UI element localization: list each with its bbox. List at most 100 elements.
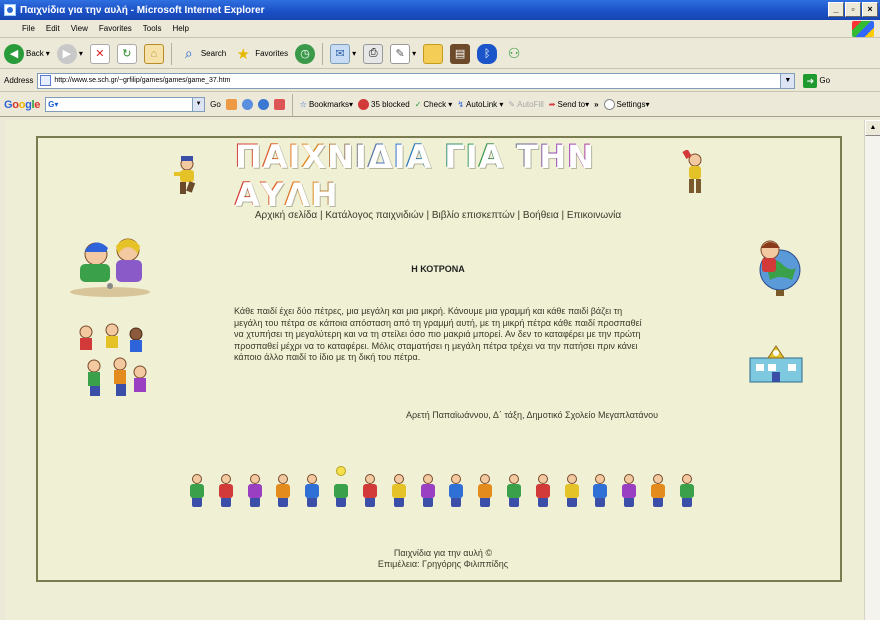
vertical-scrollbar[interactable]: ▲ bbox=[864, 120, 880, 620]
menu-favorites[interactable]: Favorites bbox=[99, 24, 132, 33]
check-label: Check ▾ bbox=[423, 100, 453, 109]
kid-figure bbox=[417, 472, 439, 508]
address-dropdown-icon[interactable]: ▼ bbox=[780, 73, 795, 88]
menu-tools[interactable]: Tools bbox=[143, 24, 162, 33]
forward-button[interactable]: ▶ ▾ bbox=[55, 42, 85, 66]
bookmarks-label: Bookmarks▾ bbox=[308, 100, 353, 109]
menu-edit[interactable]: Edit bbox=[46, 24, 60, 33]
google-logo[interactable]: Google bbox=[4, 99, 40, 111]
more-chevron[interactable]: » bbox=[594, 100, 598, 109]
history-button[interactable]: ◷ bbox=[293, 42, 317, 66]
window-title-bar: Παιχνίδια για την αυλή - Microsoft Inter… bbox=[0, 0, 880, 20]
globe-icon[interactable] bbox=[241, 99, 253, 110]
image-search-icon[interactable] bbox=[257, 99, 269, 110]
back-button[interactable]: ◀ Back ▾ bbox=[2, 42, 52, 66]
kid-with-globe-clipart bbox=[759, 240, 801, 296]
back-label: Back bbox=[26, 49, 44, 58]
address-bar: Address http://www.se.sch.gr/~grfilip/ga… bbox=[0, 70, 880, 92]
menu-help[interactable]: Help bbox=[172, 24, 188, 33]
bookmarks-button[interactable]: ☆ Bookmarks▾ bbox=[300, 100, 353, 109]
google-search-input[interactable]: G▾ ▼ bbox=[45, 97, 206, 112]
book-icon: ▤ bbox=[450, 43, 471, 64]
nav-links[interactable]: Αρχική σελίδα | Κατάλογος παιχνιδιών | Β… bbox=[138, 210, 738, 221]
kids-playing-clipart bbox=[70, 238, 150, 297]
popup-blocker-icon bbox=[358, 99, 369, 110]
stop-icon: ✕ bbox=[89, 43, 110, 64]
school-building-clipart bbox=[749, 345, 803, 383]
autolink-button[interactable]: ↯ AutoLink ▾ bbox=[457, 100, 503, 109]
kid-figure bbox=[474, 472, 496, 508]
page-footer: Παιχνίδια για την αυλή © Επιμέλεια: Γρηγ… bbox=[288, 548, 598, 570]
kid-figure bbox=[532, 472, 554, 508]
messenger-icon: ⚇ bbox=[507, 45, 521, 61]
window-controls: _ ▫ × bbox=[828, 2, 878, 17]
kid-figure bbox=[647, 472, 669, 508]
window-title: Παιχνίδια για την αυλή - Microsoft Inter… bbox=[20, 4, 265, 16]
popup-blocker-button[interactable]: 35 blocked bbox=[358, 99, 410, 110]
google-go-button[interactable]: Go bbox=[210, 100, 221, 109]
kid-figure bbox=[561, 472, 583, 508]
folder-button[interactable] bbox=[421, 42, 445, 66]
kids-row-clipart bbox=[186, 466, 698, 508]
address-label: Address bbox=[4, 76, 34, 85]
news-icon[interactable] bbox=[225, 99, 237, 110]
favorites-button[interactable]: ★ Favorites bbox=[231, 42, 290, 66]
sendto-label: Send to▾ bbox=[557, 100, 590, 109]
edit-button[interactable]: ✎ ▾ bbox=[388, 42, 418, 66]
kid-figure bbox=[359, 472, 381, 508]
back-arrow-icon: ◀ bbox=[4, 43, 24, 64]
autolink-icon: ↯ bbox=[457, 100, 465, 109]
spellcheck-button[interactable]: ✓ Check ▾ bbox=[415, 100, 453, 109]
go-button[interactable]: ➜ Go bbox=[803, 73, 831, 88]
settings-button[interactable]: Settings▾ bbox=[603, 99, 649, 110]
close-button[interactable]: × bbox=[862, 2, 878, 17]
scroll-up-arrow-icon[interactable]: ▲ bbox=[865, 120, 880, 136]
footer-copyright: Παιχνίδια για την αυλή © bbox=[393, 548, 493, 558]
edit-dropdown-icon: ▾ bbox=[412, 49, 417, 58]
research-button[interactable]: ▤ bbox=[448, 42, 472, 66]
bluetooth-button[interactable]: ᛒ bbox=[475, 42, 499, 66]
menu-view[interactable]: View bbox=[71, 24, 88, 33]
star-icon: ★ bbox=[236, 45, 250, 63]
ie-icon bbox=[4, 4, 16, 16]
kid-figure bbox=[244, 472, 266, 508]
kid-figure bbox=[445, 472, 467, 508]
messenger-button[interactable]: ⚇ bbox=[502, 42, 526, 66]
mail-dropdown-icon: ▾ bbox=[352, 49, 357, 58]
maximize-button[interactable]: ▫ bbox=[845, 2, 861, 17]
kids-group-clipart bbox=[79, 323, 147, 396]
refresh-button[interactable]: ↻ bbox=[115, 42, 139, 66]
search-label: Search bbox=[200, 49, 227, 58]
sendto-button[interactable]: ➦ Send to▾ bbox=[549, 100, 589, 109]
folder-icon bbox=[423, 43, 444, 64]
go-label: Go bbox=[819, 76, 831, 85]
menu-file[interactable]: File bbox=[22, 24, 35, 33]
edit-icon: ✎ bbox=[390, 43, 411, 64]
address-input[interactable]: http://www.se.sch.gr/~grfilip/games/game… bbox=[37, 72, 796, 89]
autofill-button[interactable]: ✎ AutoFill bbox=[508, 100, 543, 109]
minimize-button[interactable]: _ bbox=[828, 2, 844, 17]
kid-figure bbox=[301, 472, 323, 508]
google-separator bbox=[291, 93, 293, 116]
print-button[interactable]: ⎙ bbox=[361, 42, 385, 66]
sendto-icon: ➦ bbox=[548, 100, 556, 109]
tools-icon[interactable] bbox=[273, 99, 285, 110]
autofill-icon: ✎ bbox=[508, 100, 516, 109]
stop-button[interactable]: ✕ bbox=[88, 42, 112, 66]
spellcheck-icon: ✓ bbox=[414, 100, 422, 109]
forward-dropdown-icon: ▾ bbox=[78, 49, 83, 58]
mail-button[interactable]: ✉ ▾ bbox=[328, 42, 358, 66]
site-title-text: ΠΑΙΧΝΙΔΙΑ ΓΙΑ ΤΗΝ ΑΥΛΗ bbox=[234, 137, 654, 213]
page-viewport: ΠΑΙΧΝΙΔΙΑ ΓΙΑ ΤΗΝ ΑΥΛΗ Αρχική σελίδα | Κ… bbox=[6, 120, 864, 620]
google-input-dropdown-icon[interactable]: ▼ bbox=[192, 98, 205, 111]
favorites-label: Favorites bbox=[255, 49, 289, 58]
search-button[interactable]: ⌕ Search bbox=[177, 42, 228, 66]
kid-figure bbox=[388, 472, 410, 508]
bookmark-star-icon: ☆ bbox=[299, 100, 307, 109]
toolbar-separator bbox=[170, 42, 172, 65]
home-button[interactable]: ⌂ bbox=[142, 42, 166, 66]
back-dropdown-icon: ▾ bbox=[45, 49, 50, 58]
kid-figure bbox=[186, 472, 208, 508]
kid-figure bbox=[676, 472, 698, 508]
game-description: Κάθε παιδί έχει δύο πέτρες, μια μεγάλη κ… bbox=[234, 306, 642, 363]
